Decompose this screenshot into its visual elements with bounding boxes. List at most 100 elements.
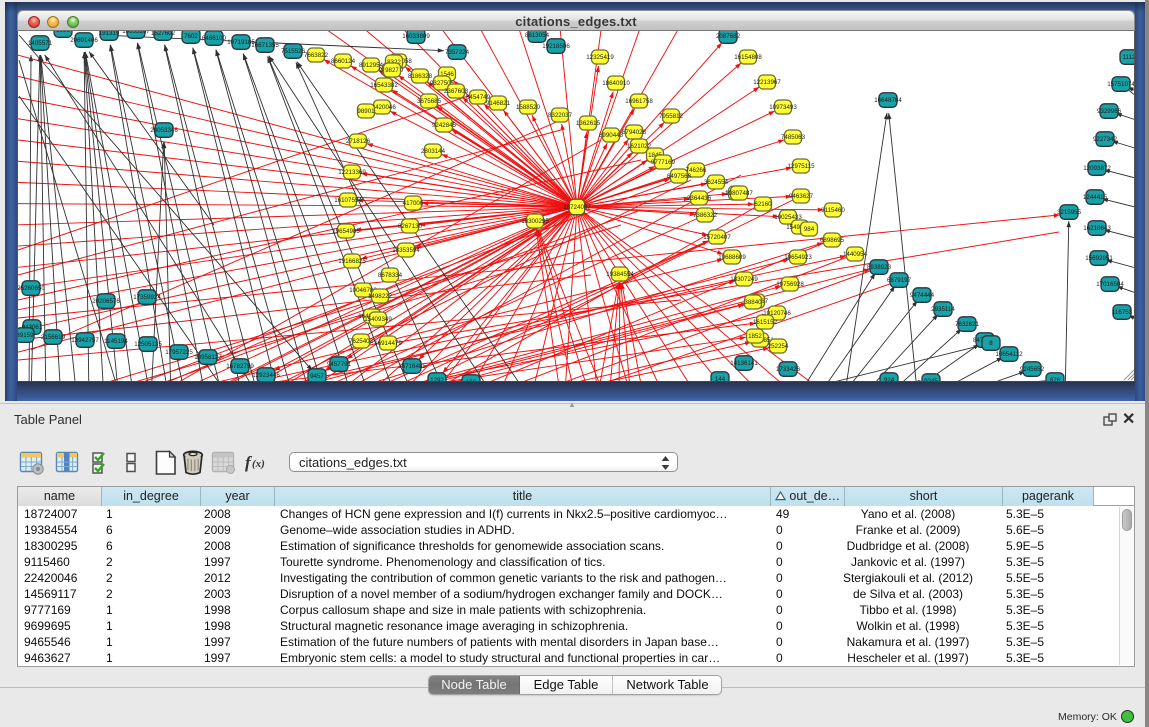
svg-text:8813054: 8813054 [525, 32, 550, 39]
svg-text:8938923: 8938923 [867, 264, 892, 271]
svg-text:1362615: 1362615 [576, 120, 601, 127]
svg-text:12923446: 12923446 [252, 372, 280, 379]
svg-text:1112: 1112 [1123, 54, 1135, 61]
svg-text:9115460: 9115460 [821, 207, 845, 214]
svg-text:7632621: 7632621 [955, 321, 980, 328]
svg-text:12093872: 12093872 [1083, 165, 1111, 172]
svg-text:6879197: 6879197 [887, 277, 912, 284]
svg-text:12325419: 12325419 [586, 54, 614, 61]
svg-text:20691406: 20691406 [70, 37, 98, 44]
svg-text:16961758: 16961758 [625, 98, 653, 105]
svg-text:6794028: 6794028 [622, 129, 647, 136]
svg-text:62160: 62160 [754, 201, 772, 208]
svg-text:10654112: 10654112 [995, 351, 1023, 358]
svg-text:252254: 252254 [768, 343, 789, 350]
svg-text:7515526: 7515526 [281, 48, 306, 55]
svg-text:1588520: 1588520 [516, 104, 541, 111]
svg-text:3675685: 3675685 [417, 98, 442, 105]
svg-text:10973493: 10973493 [769, 104, 797, 111]
svg-text:25260650: 25260650 [18, 285, 45, 292]
svg-text:9457: 9457 [310, 373, 324, 380]
svg-text:3215955: 3215955 [1057, 209, 1082, 216]
svg-text:20206576: 20206576 [92, 298, 120, 305]
svg-text:116753: 116753 [1112, 309, 1133, 316]
svg-text:15751074: 15751074 [1107, 81, 1135, 88]
svg-text:15720407: 15720407 [703, 234, 731, 241]
svg-text:2718126: 2718126 [346, 138, 371, 145]
svg-text:10756928: 10756928 [776, 281, 804, 288]
svg-text:19654923: 19654923 [784, 254, 812, 261]
svg-text:18300295: 18300295 [521, 218, 549, 225]
svg-text:13353594: 13353594 [392, 247, 420, 254]
svg-text:7357224: 7357224 [445, 49, 470, 56]
svg-text:417006: 417006 [403, 200, 424, 207]
svg-text:1852: 1852 [748, 333, 762, 340]
svg-text:12213369: 12213369 [338, 169, 366, 176]
svg-text:1498222: 1498222 [368, 293, 393, 300]
svg-text:19166825: 19166825 [338, 258, 366, 265]
svg-text:1440954: 1440954 [843, 251, 868, 258]
svg-text:16648784: 16648784 [874, 97, 902, 104]
svg-text:9827: 9827 [385, 67, 399, 74]
svg-text:984: 984 [804, 226, 815, 233]
svg-text:12975115: 12975115 [787, 163, 815, 170]
svg-text:38840: 38840 [744, 299, 762, 306]
svg-text:6466100: 6466100 [202, 35, 227, 42]
svg-text:7955812: 7955812 [659, 113, 684, 120]
svg-text:2935114: 2935114 [931, 306, 955, 313]
svg-text:19218506: 19218506 [542, 43, 570, 50]
svg-text:7663822: 7663822 [304, 52, 329, 59]
svg-text:3624554: 3624554 [704, 179, 729, 186]
svg-text:1244415: 1244415 [1083, 194, 1108, 201]
svg-text:9457791: 9457791 [327, 361, 352, 368]
svg-text:1145194: 1145194 [104, 338, 128, 345]
svg-text:16782759: 16782759 [226, 363, 254, 370]
svg-text:14136141: 14136141 [730, 360, 758, 367]
svg-text:20053346: 20053346 [150, 127, 178, 134]
svg-text:98901: 98901 [357, 108, 375, 115]
svg-text:8990448: 8990448 [599, 132, 624, 139]
svg-text:8186328: 8186328 [408, 73, 433, 80]
svg-text:15716485: 15716485 [398, 363, 426, 370]
svg-text:16154808: 16154808 [734, 54, 762, 61]
svg-text:9474444: 9474444 [910, 292, 935, 299]
svg-text:15692951: 15692951 [1085, 255, 1113, 262]
svg-text:7386322: 7386322 [693, 212, 718, 219]
svg-text:7602: 7602 [184, 33, 198, 40]
svg-text:17359924: 17359924 [133, 294, 161, 301]
svg-text:8322037: 8322037 [548, 112, 573, 119]
svg-text:39159: 39159 [18, 332, 34, 339]
svg-text:1405571: 1405571 [28, 40, 53, 47]
svg-text:10958127: 10958127 [194, 354, 222, 361]
svg-text:13942757: 13942757 [71, 337, 99, 344]
svg-text:18640910: 18640910 [602, 80, 630, 87]
svg-text:6497568: 6497568 [667, 173, 692, 180]
svg-text:9329966: 9329966 [1097, 108, 1122, 115]
svg-text:9242845: 9242845 [432, 122, 457, 129]
svg-text:12213967: 12213967 [753, 79, 781, 86]
svg-text:2803144: 2803144 [421, 148, 446, 155]
svg-text:2364436: 2364436 [687, 195, 712, 202]
svg-text:19654985: 19654985 [332, 228, 360, 235]
svg-text:10807487: 10807487 [725, 190, 753, 197]
svg-text:16914479: 16914479 [374, 340, 402, 347]
svg-text:17016504: 17016504 [1096, 281, 1124, 288]
svg-text:9463627: 9463627 [789, 193, 814, 200]
svg-text:1986: 1986 [56, 31, 70, 34]
svg-text:16107554: 16107554 [334, 197, 362, 204]
svg-text:16543382: 16543382 [370, 82, 398, 89]
svg-text:9245652: 9245652 [1020, 366, 1045, 373]
svg-text:18724007: 18724007 [563, 204, 591, 211]
svg-text:8660124: 8660124 [331, 58, 356, 65]
svg-text:8678334: 8678334 [378, 272, 403, 279]
svg-text:9146821: 9146821 [486, 100, 511, 107]
svg-text:2087682: 2087682 [716, 33, 741, 40]
svg-text:9777169: 9777169 [651, 159, 676, 166]
svg-text:2367608: 2367608 [444, 88, 469, 95]
svg-text:16210643: 16210643 [1083, 225, 1111, 232]
svg-text:1527602: 1527602 [151, 31, 176, 37]
svg-text:1733426: 1733426 [776, 366, 801, 373]
svg-text:191319: 191319 [99, 31, 120, 37]
svg-text:15409349: 15409349 [364, 316, 392, 323]
svg-text:10653267: 10653267 [122, 31, 150, 35]
